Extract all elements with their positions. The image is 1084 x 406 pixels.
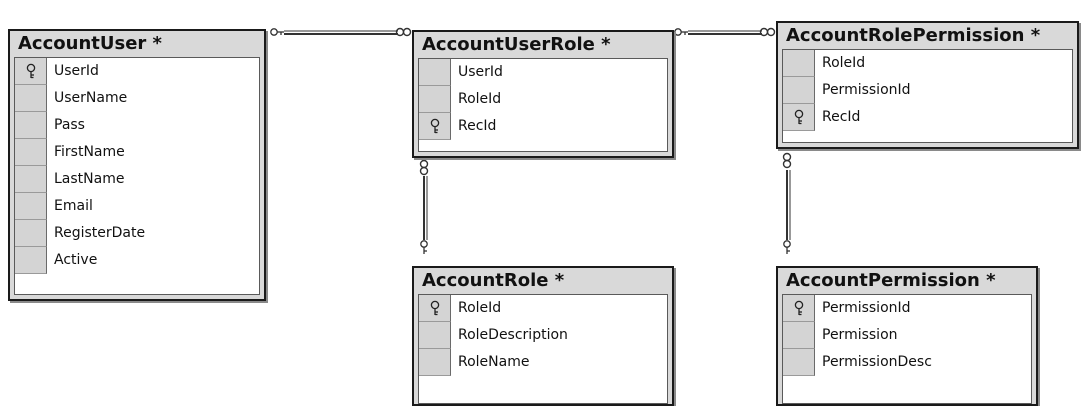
column-row[interactable]: RecId bbox=[419, 113, 667, 140]
infinity-icon bbox=[782, 152, 792, 169]
row-selector[interactable] bbox=[15, 166, 47, 193]
column-list: PermissionId Permission PermissionDesc bbox=[782, 294, 1032, 404]
table-title[interactable]: AccountPermission * bbox=[778, 268, 1036, 294]
row-selector[interactable] bbox=[419, 349, 451, 376]
column-name: RoleId bbox=[458, 300, 502, 316]
table-account-user[interactable]: AccountUser * UserId UserName Pass FirstNam… bbox=[8, 29, 266, 301]
column-list: UserId RoleId RecId bbox=[418, 58, 668, 152]
primary-key-icon bbox=[792, 109, 806, 125]
column-row[interactable]: FirstName bbox=[15, 139, 259, 166]
column-row[interactable]: RoleId bbox=[783, 50, 1072, 77]
column-name: Permission bbox=[822, 327, 898, 343]
primary-key-icon bbox=[428, 118, 442, 134]
row-selector[interactable] bbox=[15, 193, 47, 220]
row-selector[interactable] bbox=[15, 85, 47, 112]
column-name: UserName bbox=[54, 90, 128, 106]
column-name: Pass bbox=[54, 117, 85, 133]
column-row[interactable]: Permission bbox=[783, 322, 1031, 349]
row-selector[interactable] bbox=[783, 349, 815, 376]
row-selector[interactable] bbox=[419, 322, 451, 349]
table-title[interactable]: AccountRolePermission * bbox=[778, 23, 1077, 49]
infinity-icon bbox=[759, 27, 776, 37]
key-icon bbox=[270, 28, 284, 36]
table-title[interactable]: AccountRole * bbox=[414, 268, 672, 294]
primary-key-icon bbox=[24, 63, 38, 79]
infinity-icon bbox=[395, 27, 412, 37]
column-row[interactable]: PermissionId bbox=[783, 295, 1031, 322]
column-row[interactable]: UserId bbox=[419, 59, 667, 86]
column-name: Active bbox=[54, 252, 98, 268]
row-selector[interactable] bbox=[783, 104, 815, 131]
key-icon bbox=[674, 28, 688, 36]
column-row[interactable]: LastName bbox=[15, 166, 259, 193]
column-row[interactable]: RoleId bbox=[419, 86, 667, 113]
column-name: RoleName bbox=[458, 354, 530, 370]
column-row[interactable]: RoleName bbox=[419, 349, 667, 376]
column-name: RoleId bbox=[822, 55, 866, 71]
relationship-userrole-to-rolepermission bbox=[674, 27, 776, 37]
column-row[interactable]: PermissionDesc bbox=[783, 349, 1031, 376]
column-name: RecId bbox=[822, 109, 861, 125]
row-selector[interactable] bbox=[419, 295, 451, 322]
column-name: UserId bbox=[458, 64, 503, 80]
column-name: RecId bbox=[458, 118, 497, 134]
column-row[interactable]: RoleId bbox=[419, 295, 667, 322]
column-row[interactable]: Pass bbox=[15, 112, 259, 139]
column-list: RoleId RoleDescription RoleName bbox=[418, 294, 668, 404]
column-row[interactable]: RegisterDate bbox=[15, 220, 259, 247]
row-selector[interactable] bbox=[419, 113, 451, 140]
column-name: UserId bbox=[54, 63, 99, 79]
row-selector[interactable] bbox=[15, 112, 47, 139]
table-title[interactable]: AccountUser * bbox=[10, 31, 264, 57]
row-selector[interactable] bbox=[15, 139, 47, 166]
table-account-permission[interactable]: AccountPermission * PermissionId Permissi… bbox=[776, 266, 1038, 406]
relationship-user-to-userrole bbox=[270, 27, 412, 37]
row-selector[interactable] bbox=[419, 59, 451, 86]
column-list: UserId UserName Pass FirstName LastName Email… bbox=[14, 57, 260, 295]
column-name: RoleId bbox=[458, 91, 502, 107]
primary-key-icon bbox=[428, 300, 442, 316]
column-row[interactable]: UserName bbox=[15, 85, 259, 112]
column-name: RoleDescription bbox=[458, 327, 568, 343]
row-selector[interactable] bbox=[15, 220, 47, 247]
key-icon bbox=[420, 240, 428, 254]
column-row[interactable]: UserId bbox=[15, 58, 259, 85]
row-selector[interactable] bbox=[783, 295, 815, 322]
table-account-role-permission[interactable]: AccountRolePermission * RoleId Permission… bbox=[776, 21, 1079, 149]
row-selector[interactable] bbox=[783, 322, 815, 349]
row-selector[interactable] bbox=[783, 50, 815, 77]
column-list: RoleId PermissionId RecId bbox=[782, 49, 1073, 143]
row-selector[interactable] bbox=[15, 58, 47, 85]
column-name: Email bbox=[54, 198, 93, 214]
column-row[interactable]: Email bbox=[15, 193, 259, 220]
table-title[interactable]: AccountUserRole * bbox=[414, 32, 672, 58]
column-name: RegisterDate bbox=[54, 225, 146, 241]
column-row[interactable]: RoleDescription bbox=[419, 322, 667, 349]
relationship-rolepermission-to-permission bbox=[782, 152, 792, 254]
infinity-icon bbox=[419, 159, 429, 176]
key-icon bbox=[783, 240, 791, 254]
table-account-role[interactable]: AccountRole * RoleId RoleDescription RoleN… bbox=[412, 266, 674, 406]
relationship-userrole-to-role bbox=[419, 159, 429, 254]
primary-key-icon bbox=[792, 300, 806, 316]
row-selector[interactable] bbox=[419, 86, 451, 113]
column-row[interactable]: PermissionId bbox=[783, 77, 1072, 104]
column-row[interactable]: Active bbox=[15, 247, 259, 274]
column-name: PermissionId bbox=[822, 82, 911, 98]
column-name: FirstName bbox=[54, 144, 125, 160]
table-account-user-role[interactable]: AccountUserRole * UserId RoleId RecId bbox=[412, 30, 674, 158]
column-name: PermissionId bbox=[822, 300, 911, 316]
row-selector[interactable] bbox=[783, 77, 815, 104]
column-row[interactable]: RecId bbox=[783, 104, 1072, 131]
column-name: PermissionDesc bbox=[822, 354, 932, 370]
row-selector[interactable] bbox=[15, 247, 47, 274]
column-name: LastName bbox=[54, 171, 125, 187]
